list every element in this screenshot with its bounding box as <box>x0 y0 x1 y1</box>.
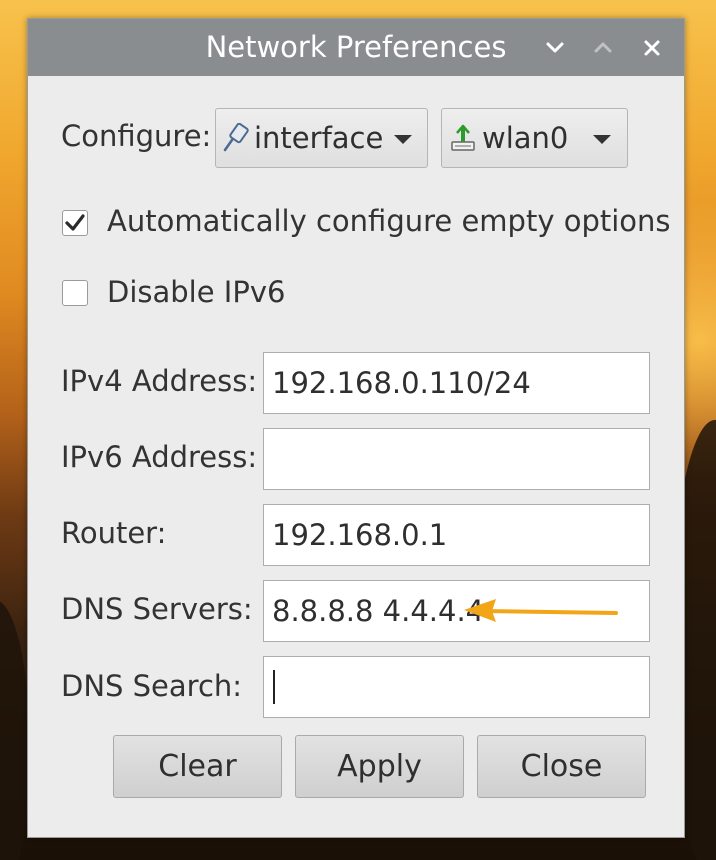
disable-ipv6-checkbox[interactable] <box>62 280 88 306</box>
arrow-left-icon <box>464 599 618 622</box>
minimize-button[interactable] <box>540 33 570 63</box>
close-button[interactable]: Close <box>477 735 646 798</box>
checkmark-icon <box>65 214 85 231</box>
router-field[interactable]: 192.168.0.1 <box>263 504 650 566</box>
router-value: 192.168.0.1 <box>272 518 448 552</box>
ipv4-address-label: IPv4 Address: <box>61 364 258 398</box>
ipv4-address-value: 192.168.0.110/24 <box>272 366 531 400</box>
interface-value: wlan0 <box>482 121 569 155</box>
desktop-background: Network Preferences Configure: interface… <box>0 0 716 860</box>
dns-servers-field[interactable]: 8.8.8.8 4.4.4.4 <box>263 580 650 642</box>
router-label: Router: <box>61 516 167 550</box>
close-icon <box>644 40 660 56</box>
chevron-down-icon <box>394 135 412 144</box>
configure-label: Configure: <box>61 119 212 153</box>
chevron-down-icon <box>593 135 611 144</box>
ipv6-address-label: IPv6 Address: <box>61 440 258 474</box>
maximize-button[interactable] <box>588 33 618 63</box>
network-preferences-dialog: Network Preferences Configure: interface… <box>27 18 685 838</box>
clear-button[interactable]: Clear <box>113 735 282 798</box>
text-cursor <box>273 670 275 704</box>
dns-search-label: DNS Search: <box>61 669 243 703</box>
dns-servers-label: DNS Servers: <box>61 592 253 626</box>
auto-configure-label[interactable]: Automatically configure empty options <box>107 204 671 238</box>
ipv4-address-field[interactable]: 192.168.0.110/24 <box>263 352 650 414</box>
close-window-button[interactable] <box>637 33 667 63</box>
window-title: Network Preferences <box>205 30 507 64</box>
wireless-network-icon <box>451 124 475 151</box>
title-bar[interactable]: Network Preferences <box>28 19 684 76</box>
dns-search-field[interactable] <box>263 656 650 718</box>
chevron-up-icon <box>594 42 612 53</box>
configure-type-combo[interactable]: interface <box>215 108 428 168</box>
dns-servers-value: 8.8.8.8 4.4.4.4 <box>272 594 485 628</box>
network-plug-icon <box>223 123 249 152</box>
apply-button[interactable]: Apply <box>295 735 464 798</box>
configure-type-value: interface <box>254 121 384 155</box>
tree-silhouette <box>0 600 30 860</box>
interface-combo[interactable]: wlan0 <box>441 108 628 168</box>
ipv6-address-field[interactable] <box>263 428 650 490</box>
disable-ipv6-label[interactable]: Disable IPv6 <box>107 275 285 309</box>
auto-configure-checkbox[interactable] <box>62 210 88 236</box>
chevron-down-icon <box>546 42 564 53</box>
